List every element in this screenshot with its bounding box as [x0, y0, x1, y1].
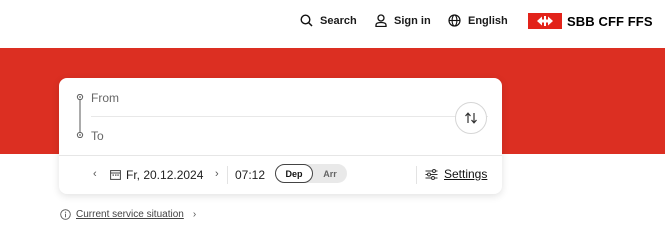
info-icon [60, 209, 71, 220]
divider [227, 166, 228, 184]
top-navigation: Search Sign in English SBB CFF FFS [0, 0, 665, 48]
swiss-railway-arrow-icon [537, 16, 553, 26]
search-label: Search [320, 14, 357, 27]
dep-arr-toggle: Dep Arr [275, 164, 347, 183]
route-line-icon [76, 94, 84, 138]
settings-label: Settings [444, 167, 488, 181]
to-placeholder: To [91, 129, 104, 143]
sbb-logo-mark [528, 13, 562, 29]
chevron-right-icon: › [192, 209, 197, 220]
user-icon [375, 14, 387, 27]
next-day-button[interactable]: › [215, 168, 219, 180]
language-label: English [468, 14, 508, 27]
service-situation-link[interactable]: Current service situation [76, 209, 184, 220]
settings-button[interactable]: Settings [425, 167, 487, 181]
calendar-icon [110, 170, 121, 180]
language-selector[interactable]: English [448, 14, 508, 27]
service-situation: Current service situation › [60, 209, 196, 220]
from-placeholder: From [91, 91, 119, 105]
search-link[interactable]: Search [300, 14, 357, 27]
sbb-logo[interactable]: SBB CFF FFS [528, 13, 653, 29]
date-field[interactable]: Fr, 20.12.2024 [126, 168, 203, 182]
time-field[interactable]: 07:12 [235, 168, 265, 182]
search-icon [300, 14, 313, 27]
field-divider [91, 116, 488, 117]
globe-icon [448, 14, 461, 27]
sign-in-label: Sign in [394, 14, 431, 27]
sign-in-link[interactable]: Sign in [375, 14, 431, 27]
sliders-icon [425, 168, 438, 180]
date-time-row: ‹ Fr, 20.12.2024 › 07:12 Dep Arr Setting… [59, 156, 502, 194]
from-input[interactable]: From [91, 91, 119, 105]
arrival-toggle-option[interactable]: Arr [317, 164, 343, 183]
timetable-search-card: From To ‹ Fr, 20.12.2024 › 07:12 Dep Arr [59, 78, 502, 194]
previous-day-button[interactable]: ‹ [93, 168, 97, 180]
divider [416, 166, 417, 184]
brand-text: SBB CFF FFS [567, 13, 653, 29]
to-input[interactable]: To [91, 129, 104, 143]
swap-arrows-icon [465, 112, 477, 124]
swap-stations-button[interactable] [455, 102, 487, 134]
departure-toggle-option[interactable]: Dep [275, 164, 313, 183]
